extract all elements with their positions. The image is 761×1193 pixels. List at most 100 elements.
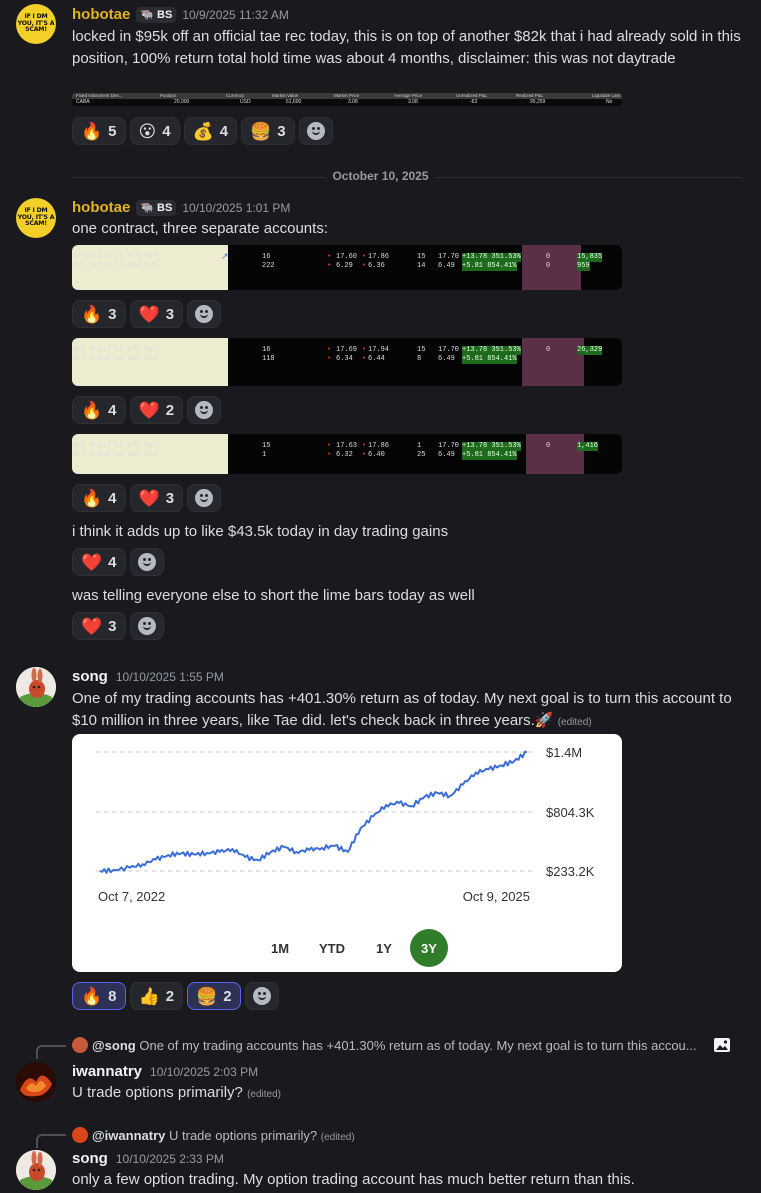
add-reaction-button[interactable] [244, 982, 279, 1010]
reaction-heart[interactable]: ❤️ 2 [129, 396, 184, 424]
reaction-bar: 🔥 4 ❤️ 3 [72, 484, 222, 512]
add-reaction-button[interactable] [298, 117, 333, 145]
tag-icon: 🐃 [140, 9, 155, 21]
range-ytd-button[interactable]: YTD [306, 941, 358, 956]
table-cell: USD [240, 99, 251, 105]
bunny-avatar-icon [16, 1150, 56, 1190]
x-tick-label: Oct 7, 2022 [98, 889, 165, 904]
change-percent: +13.78 351.53% [462, 442, 521, 451]
reaction-bar: 🔥 8 👍 2 🍔 2 [72, 982, 279, 1010]
reaction-thumbs-up[interactable]: 👍 2 [129, 982, 184, 1010]
portfolio-screenshot[interactable]: Fixed Instrument Des... Position Currency M… [72, 93, 622, 106]
username[interactable]: hobotae [72, 6, 130, 23]
heart-icon: ❤️ [138, 304, 160, 324]
reaction-count: 3 [108, 305, 117, 323]
quantity: 15 [417, 346, 426, 354]
reaction-bar: 🔥 3 ❤️ 3 [72, 300, 222, 328]
position-qty: 222 [262, 262, 275, 270]
table-cell: 20,000 [174, 99, 190, 105]
portfolio-chart-card[interactable]: $1.4M $804.3K $233.2K Oct 7, 2022 Oct 9, 202… [72, 734, 622, 972]
last-price: 17.70 [438, 346, 460, 354]
table-cell: 95,259 [530, 99, 546, 105]
bid-price: 6.29 [336, 262, 353, 270]
reply-connector [36, 1045, 66, 1059]
table-cell: -63 [470, 99, 478, 105]
reaction-heart[interactable]: ❤️ 3 [129, 300, 184, 328]
last-price: 17.70 [438, 253, 460, 261]
change-percent: +5.81 854.41% [462, 451, 517, 460]
position-row: SPY Oct17'25 670 PUT 15 • 17.63 • 17.86 1 17.70… [72, 442, 622, 451]
table-cell: 3.08 [408, 99, 418, 105]
bid-price: 6.34 [336, 355, 353, 363]
message-text: was telling everyone else to short the l… [72, 587, 475, 604]
mini-avatar [72, 1127, 88, 1143]
range-1y-button[interactable]: 1Y [358, 941, 410, 956]
avatar[interactable] [16, 1062, 56, 1102]
username[interactable]: song [72, 668, 108, 685]
reaction-heart[interactable]: ❤️ 4 [72, 548, 126, 576]
change-percent: +5.81 854.41% [462, 355, 517, 364]
guild-tag[interactable]: 🐃 BS [136, 6, 177, 23]
reply-preview[interactable]: @iwannatry U trade options primarily? (e… [72, 1127, 712, 1143]
edited-label: (edited) [557, 717, 592, 728]
add-reaction-button[interactable] [187, 484, 222, 512]
smiley-icon [306, 122, 325, 140]
reaction-fire[interactable]: 🔥 5 [72, 117, 126, 145]
account-screenshot-3[interactable]: SPY Oct17'25 670 PUT 15 • 17.63 • 17.86 1 17.70… [72, 434, 622, 474]
zero-value: 0 [546, 346, 551, 354]
username[interactable]: iwannatry [72, 1063, 142, 1080]
range-3y-button[interactable]: 3Y [410, 929, 448, 967]
reply-user[interactable]: @song [92, 1038, 136, 1053]
avatar[interactable] [16, 1150, 56, 1190]
reaction-fire[interactable]: 🔥 4 [72, 396, 126, 424]
username[interactable]: song [72, 1150, 108, 1167]
add-reaction-button[interactable] [187, 300, 222, 328]
reaction-count: 4 [108, 401, 117, 419]
quantity: 25 [417, 451, 426, 459]
reply-user[interactable]: @iwannatry [92, 1128, 165, 1143]
range-1m-button[interactable]: 1M [254, 941, 306, 956]
reaction-count: 4 [108, 489, 117, 507]
reaction-heart[interactable]: ❤️ 3 [129, 484, 184, 512]
ask-dot: • [362, 253, 367, 261]
username[interactable]: hobotae [72, 199, 130, 216]
guild-tag[interactable]: 🐃 BS [136, 199, 177, 216]
reaction-surprised[interactable]: 😮 4 [129, 117, 180, 145]
message-text: locked in $95k off an official tae rec t… [72, 28, 741, 67]
reaction-money-bag[interactable]: 💰 4 [183, 117, 238, 145]
fire-icon: 🔥 [81, 304, 103, 324]
bid-price: 17.60 [336, 253, 358, 261]
position-qty: 118 [262, 355, 275, 363]
timestamp: 10/10/2025 2:03 PM [150, 1064, 259, 1079]
avatar[interactable]: IF I DM YOU, IT'S A SCAM! [16, 4, 56, 44]
reaction-fire[interactable]: 🔥 3 [72, 300, 126, 328]
add-reaction-button[interactable] [187, 396, 222, 424]
burger-icon: 🍔 [196, 986, 218, 1006]
reply-snippet: One of my trading accounts has +401.30% … [139, 1038, 697, 1053]
reaction-fire[interactable]: 🔥 8 [72, 982, 126, 1010]
ask-price: 17.86 [368, 442, 390, 450]
account-screenshot-2[interactable]: SPY Oct17'25 670 PUT 16 • 17.69 • 17.94 15 17.7… [72, 338, 622, 386]
reaction-burger[interactable]: 🍔 2 [187, 982, 241, 1010]
bid-dot: • [327, 442, 332, 450]
last-price: 6.49 [438, 451, 455, 459]
add-reaction-button[interactable] [129, 548, 164, 576]
reaction-heart[interactable]: ❤️ 3 [72, 612, 126, 640]
avatar[interactable]: IF I DM YOU, IT'S A SCAM! [16, 198, 56, 238]
money-bag-icon: 💰 [192, 121, 214, 141]
ask-price: 17.94 [368, 346, 390, 354]
account-screenshot-1[interactable]: SPY Oct17'25 670 PUT 16 • 17.60 • 17.86 15 17.7… [72, 245, 622, 290]
add-reaction-button[interactable] [129, 612, 164, 640]
contract-description: SPY Oct17'25 670 PUT [73, 442, 158, 450]
message-header: hobotae 🐃 BS 10/9/2025 11:32 AM [72, 6, 289, 23]
heart-icon: ❤️ [81, 552, 103, 572]
market-value: 26,329 [577, 346, 603, 355]
ask-price: 6.36 [368, 262, 385, 270]
position-row: SPY Oct15'25 654 PUT 118 • 6.34 • 6.44 8 6.49 +5… [72, 355, 622, 364]
avatar[interactable] [16, 667, 56, 707]
reaction-fire[interactable]: 🔥 4 [72, 484, 126, 512]
x-tick-label: Oct 9, 2025 [463, 889, 530, 904]
reply-preview[interactable]: @song One of my trading accounts has +40… [72, 1037, 712, 1053]
quantity: 14 [417, 262, 426, 270]
reaction-burger[interactable]: 🍔 3 [241, 117, 295, 145]
